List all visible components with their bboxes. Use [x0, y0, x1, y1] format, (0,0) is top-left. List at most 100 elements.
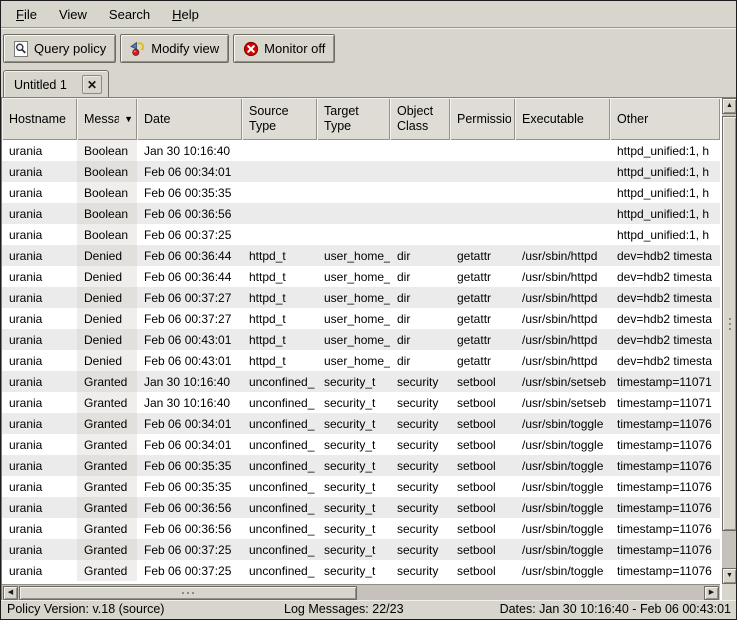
cell-other: dev=hdb2 timesta: [610, 287, 720, 308]
cell-source-type: unconfined_: [242, 371, 317, 392]
cell-executable: /usr/sbin/toggle: [515, 413, 610, 434]
menu-view[interactable]: View: [48, 2, 98, 27]
cell-executable: /usr/sbin/toggle: [515, 539, 610, 560]
cell-target-type: security_t: [317, 434, 390, 455]
cell-message: Granted: [77, 392, 137, 413]
table-row[interactable]: uraniaGrantedFeb 06 00:34:01unconfined_s…: [2, 413, 720, 434]
table-row[interactable]: uraniaGrantedJan 30 10:16:40unconfined_s…: [2, 371, 720, 392]
column-header-object-class[interactable]: Object Class: [390, 98, 450, 140]
cell-hostname: urania: [2, 329, 77, 350]
table-row[interactable]: uraniaGrantedJan 30 10:16:40unconfined_s…: [2, 392, 720, 413]
table-row[interactable]: uraniaDeniedFeb 06 00:37:27httpd_tuser_h…: [2, 287, 720, 308]
cell-date: Feb 06 00:36:44: [137, 245, 242, 266]
cell-other: timestamp=11076: [610, 413, 720, 434]
cell-hostname: urania: [2, 371, 77, 392]
table-row[interactable]: uraniaGrantedFeb 06 00:36:56unconfined_s…: [2, 497, 720, 518]
cell-target-type: security_t: [317, 455, 390, 476]
cell-executable: /usr/sbin/toggle: [515, 518, 610, 539]
cell-other: dev=hdb2 timesta: [610, 329, 720, 350]
cell-permission: [450, 203, 515, 224]
table-row[interactable]: uraniaGrantedFeb 06 00:35:35unconfined_s…: [2, 455, 720, 476]
toolbar-modify-view-button[interactable]: Modify view: [120, 34, 229, 63]
menu-search[interactable]: Search: [98, 2, 161, 27]
tab-close-button[interactable]: ✕: [82, 75, 102, 94]
cell-target-type: security_t: [317, 413, 390, 434]
scroll-up-button[interactable]: ▲: [722, 98, 737, 114]
scroll-right-button[interactable]: ▶: [704, 586, 719, 600]
tab-untitled-1[interactable]: Untitled 1 ✕: [3, 70, 109, 98]
table-row[interactable]: uraniaGrantedFeb 06 00:37:25unconfined_s…: [2, 539, 720, 560]
cell-target-type: [317, 140, 390, 161]
cell-message: Boolean: [77, 224, 137, 245]
column-header-target-type[interactable]: Target Type: [317, 98, 390, 140]
cell-object-class: security: [390, 476, 450, 497]
cell-hostname: urania: [2, 392, 77, 413]
cell-object-class: security: [390, 518, 450, 539]
cell-date: Jan 30 10:16:40: [137, 140, 242, 161]
cell-date: Feb 06 00:43:01: [137, 329, 242, 350]
cell-target-type: security_t: [317, 392, 390, 413]
toolbar-query-policy-button[interactable]: Query policy: [3, 34, 116, 63]
cell-hostname: urania: [2, 245, 77, 266]
vertical-scrollbar[interactable]: ▲ ▼: [722, 98, 737, 584]
table-row[interactable]: uraniaDeniedFeb 06 00:43:01httpd_tuser_h…: [2, 329, 720, 350]
cell-executable: /usr/sbin/setseb: [515, 371, 610, 392]
cell-hostname: urania: [2, 140, 77, 161]
table-row[interactable]: uraniaBooleanJan 30 10:16:40httpd_unifie…: [2, 140, 720, 161]
table-row[interactable]: uraniaDeniedFeb 06 00:43:01httpd_tuser_h…: [2, 350, 720, 371]
menu-help[interactable]: Help: [161, 2, 210, 27]
cell-executable: /usr/sbin/httpd: [515, 266, 610, 287]
table-row[interactable]: uraniaBooleanFeb 06 00:37:25httpd_unifie…: [2, 224, 720, 245]
cell-hostname: urania: [2, 413, 77, 434]
table-row[interactable]: uraniaDeniedFeb 06 00:36:44httpd_tuser_h…: [2, 266, 720, 287]
cell-object-class: [390, 161, 450, 182]
table-row[interactable]: uraniaGrantedFeb 06 00:34:01unconfined_s…: [2, 434, 720, 455]
table-row[interactable]: uraniaDeniedFeb 06 00:37:27httpd_tuser_h…: [2, 308, 720, 329]
cell-target-type: security_t: [317, 476, 390, 497]
cell-other: timestamp=11076: [610, 539, 720, 560]
scroll-down-button[interactable]: ▼: [722, 568, 737, 584]
dates-status: Dates: Jan 30 10:16:40 - Feb 06 00:43:01: [500, 602, 731, 616]
table-row[interactable]: uraniaGrantedFeb 06 00:35:35unconfined_s…: [2, 476, 720, 497]
horizontal-scrollbar[interactable]: ◀ ▶: [2, 584, 720, 600]
column-header-label: Hostname: [9, 112, 66, 127]
column-header-executable[interactable]: Executable: [515, 98, 610, 140]
column-header-message[interactable]: Messa▼: [77, 98, 137, 140]
table-row[interactable]: uraniaBooleanFeb 06 00:34:01httpd_unifie…: [2, 161, 720, 182]
table-row[interactable]: uraniaBooleanFeb 06 00:36:56httpd_unifie…: [2, 203, 720, 224]
column-header-other[interactable]: Other: [610, 98, 720, 140]
cell-hostname: urania: [2, 455, 77, 476]
cell-message: Denied: [77, 245, 137, 266]
menu-file[interactable]: File: [5, 2, 48, 27]
cell-hostname: urania: [2, 203, 77, 224]
cell-date: Feb 06 00:35:35: [137, 182, 242, 203]
scroll-left-button[interactable]: ◀: [3, 586, 18, 600]
vertical-scrollbar-thumb[interactable]: [722, 116, 737, 531]
column-header-hostname[interactable]: Hostname: [2, 98, 77, 140]
toolbar: Query policyModify viewMonitor off: [1, 30, 736, 67]
column-header-date[interactable]: Date: [137, 98, 242, 140]
cell-other: httpd_unified:1, h: [610, 161, 720, 182]
cell-other: timestamp=11071: [610, 371, 720, 392]
table-row[interactable]: uraniaGrantedFeb 06 00:36:56unconfined_s…: [2, 518, 720, 539]
table-row[interactable]: uraniaBooleanFeb 06 00:35:35httpd_unifie…: [2, 182, 720, 203]
cell-other: httpd_unified:1, h: [610, 224, 720, 245]
cell-date: Feb 06 00:37:27: [137, 287, 242, 308]
column-header-source-type[interactable]: Source Type: [242, 98, 317, 140]
cell-hostname: urania: [2, 287, 77, 308]
cell-executable: /usr/sbin/toggle: [515, 560, 610, 581]
column-header-permission[interactable]: Permission: [450, 98, 515, 140]
horizontal-scrollbar-thumb[interactable]: [19, 586, 357, 600]
cell-executable: /usr/sbin/httpd: [515, 350, 610, 371]
cell-executable: [515, 161, 610, 182]
cell-source-type: httpd_t: [242, 308, 317, 329]
cell-date: Feb 06 00:37:25: [137, 224, 242, 245]
cell-hostname: urania: [2, 350, 77, 371]
cell-date: Feb 06 00:36:44: [137, 266, 242, 287]
column-header-label: Permission: [457, 112, 511, 127]
toolbar-monitor-off-button[interactable]: Monitor off: [233, 34, 335, 63]
cell-permission: setbool: [450, 560, 515, 581]
cell-permission: setbool: [450, 539, 515, 560]
table-row[interactable]: uraniaGrantedFeb 06 00:37:25unconfined_s…: [2, 560, 720, 581]
table-row[interactable]: uraniaDeniedFeb 06 00:36:44httpd_tuser_h…: [2, 245, 720, 266]
